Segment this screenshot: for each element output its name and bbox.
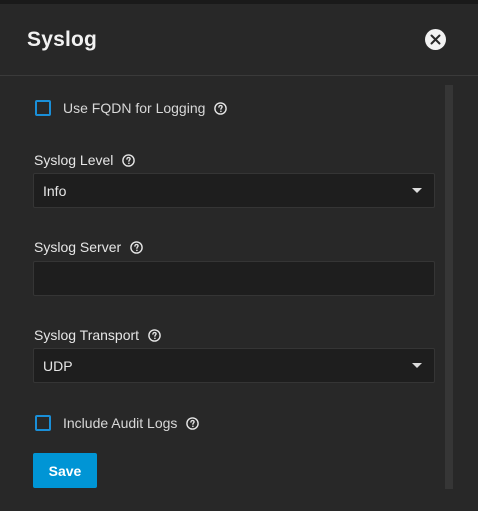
fqdn-checkbox[interactable] <box>35 100 51 116</box>
syslog-transport-select[interactable]: UDP <box>33 348 435 383</box>
syslog-server-label-row: Syslog Server <box>34 239 143 255</box>
syslog-transport-label: Syslog Transport <box>34 327 140 343</box>
syslog-transport-value: UDP <box>43 358 73 374</box>
fqdn-label: Use FQDN for Logging <box>63 100 206 116</box>
help-icon[interactable] <box>214 101 228 115</box>
dialog-title: Syslog <box>27 28 98 51</box>
chevron-down-icon <box>412 363 422 368</box>
close-button[interactable] <box>425 29 446 50</box>
dialog-content: Use FQDN for Logging Syslog Level Info S… <box>0 77 478 511</box>
help-icon[interactable] <box>148 328 161 342</box>
save-button[interactable]: Save <box>33 453 97 488</box>
fqdn-checkbox-row: Use FQDN for Logging <box>35 100 228 116</box>
syslog-server-label: Syslog Server <box>34 239 122 255</box>
syslog-transport-label-row: Syslog Transport <box>34 327 161 343</box>
close-icon <box>430 34 441 45</box>
scrollbar-thumb[interactable] <box>445 85 453 489</box>
chevron-down-icon <box>412 188 422 193</box>
dialog-header: Syslog <box>0 4 478 76</box>
syslog-level-label: Syslog Level <box>34 152 114 168</box>
syslog-server-input[interactable] <box>33 261 435 296</box>
syslog-level-value: Info <box>43 183 67 199</box>
audit-logs-label: Include Audit Logs <box>63 415 178 431</box>
help-icon[interactable] <box>186 416 200 430</box>
audit-logs-checkbox[interactable] <box>35 415 51 431</box>
help-icon[interactable] <box>122 153 136 167</box>
syslog-level-label-row: Syslog Level <box>34 152 136 168</box>
syslog-level-select[interactable]: Info <box>33 173 435 208</box>
scrollbar[interactable] <box>445 85 453 489</box>
help-icon[interactable] <box>130 240 143 254</box>
audit-checkbox-row: Include Audit Logs <box>35 415 200 431</box>
